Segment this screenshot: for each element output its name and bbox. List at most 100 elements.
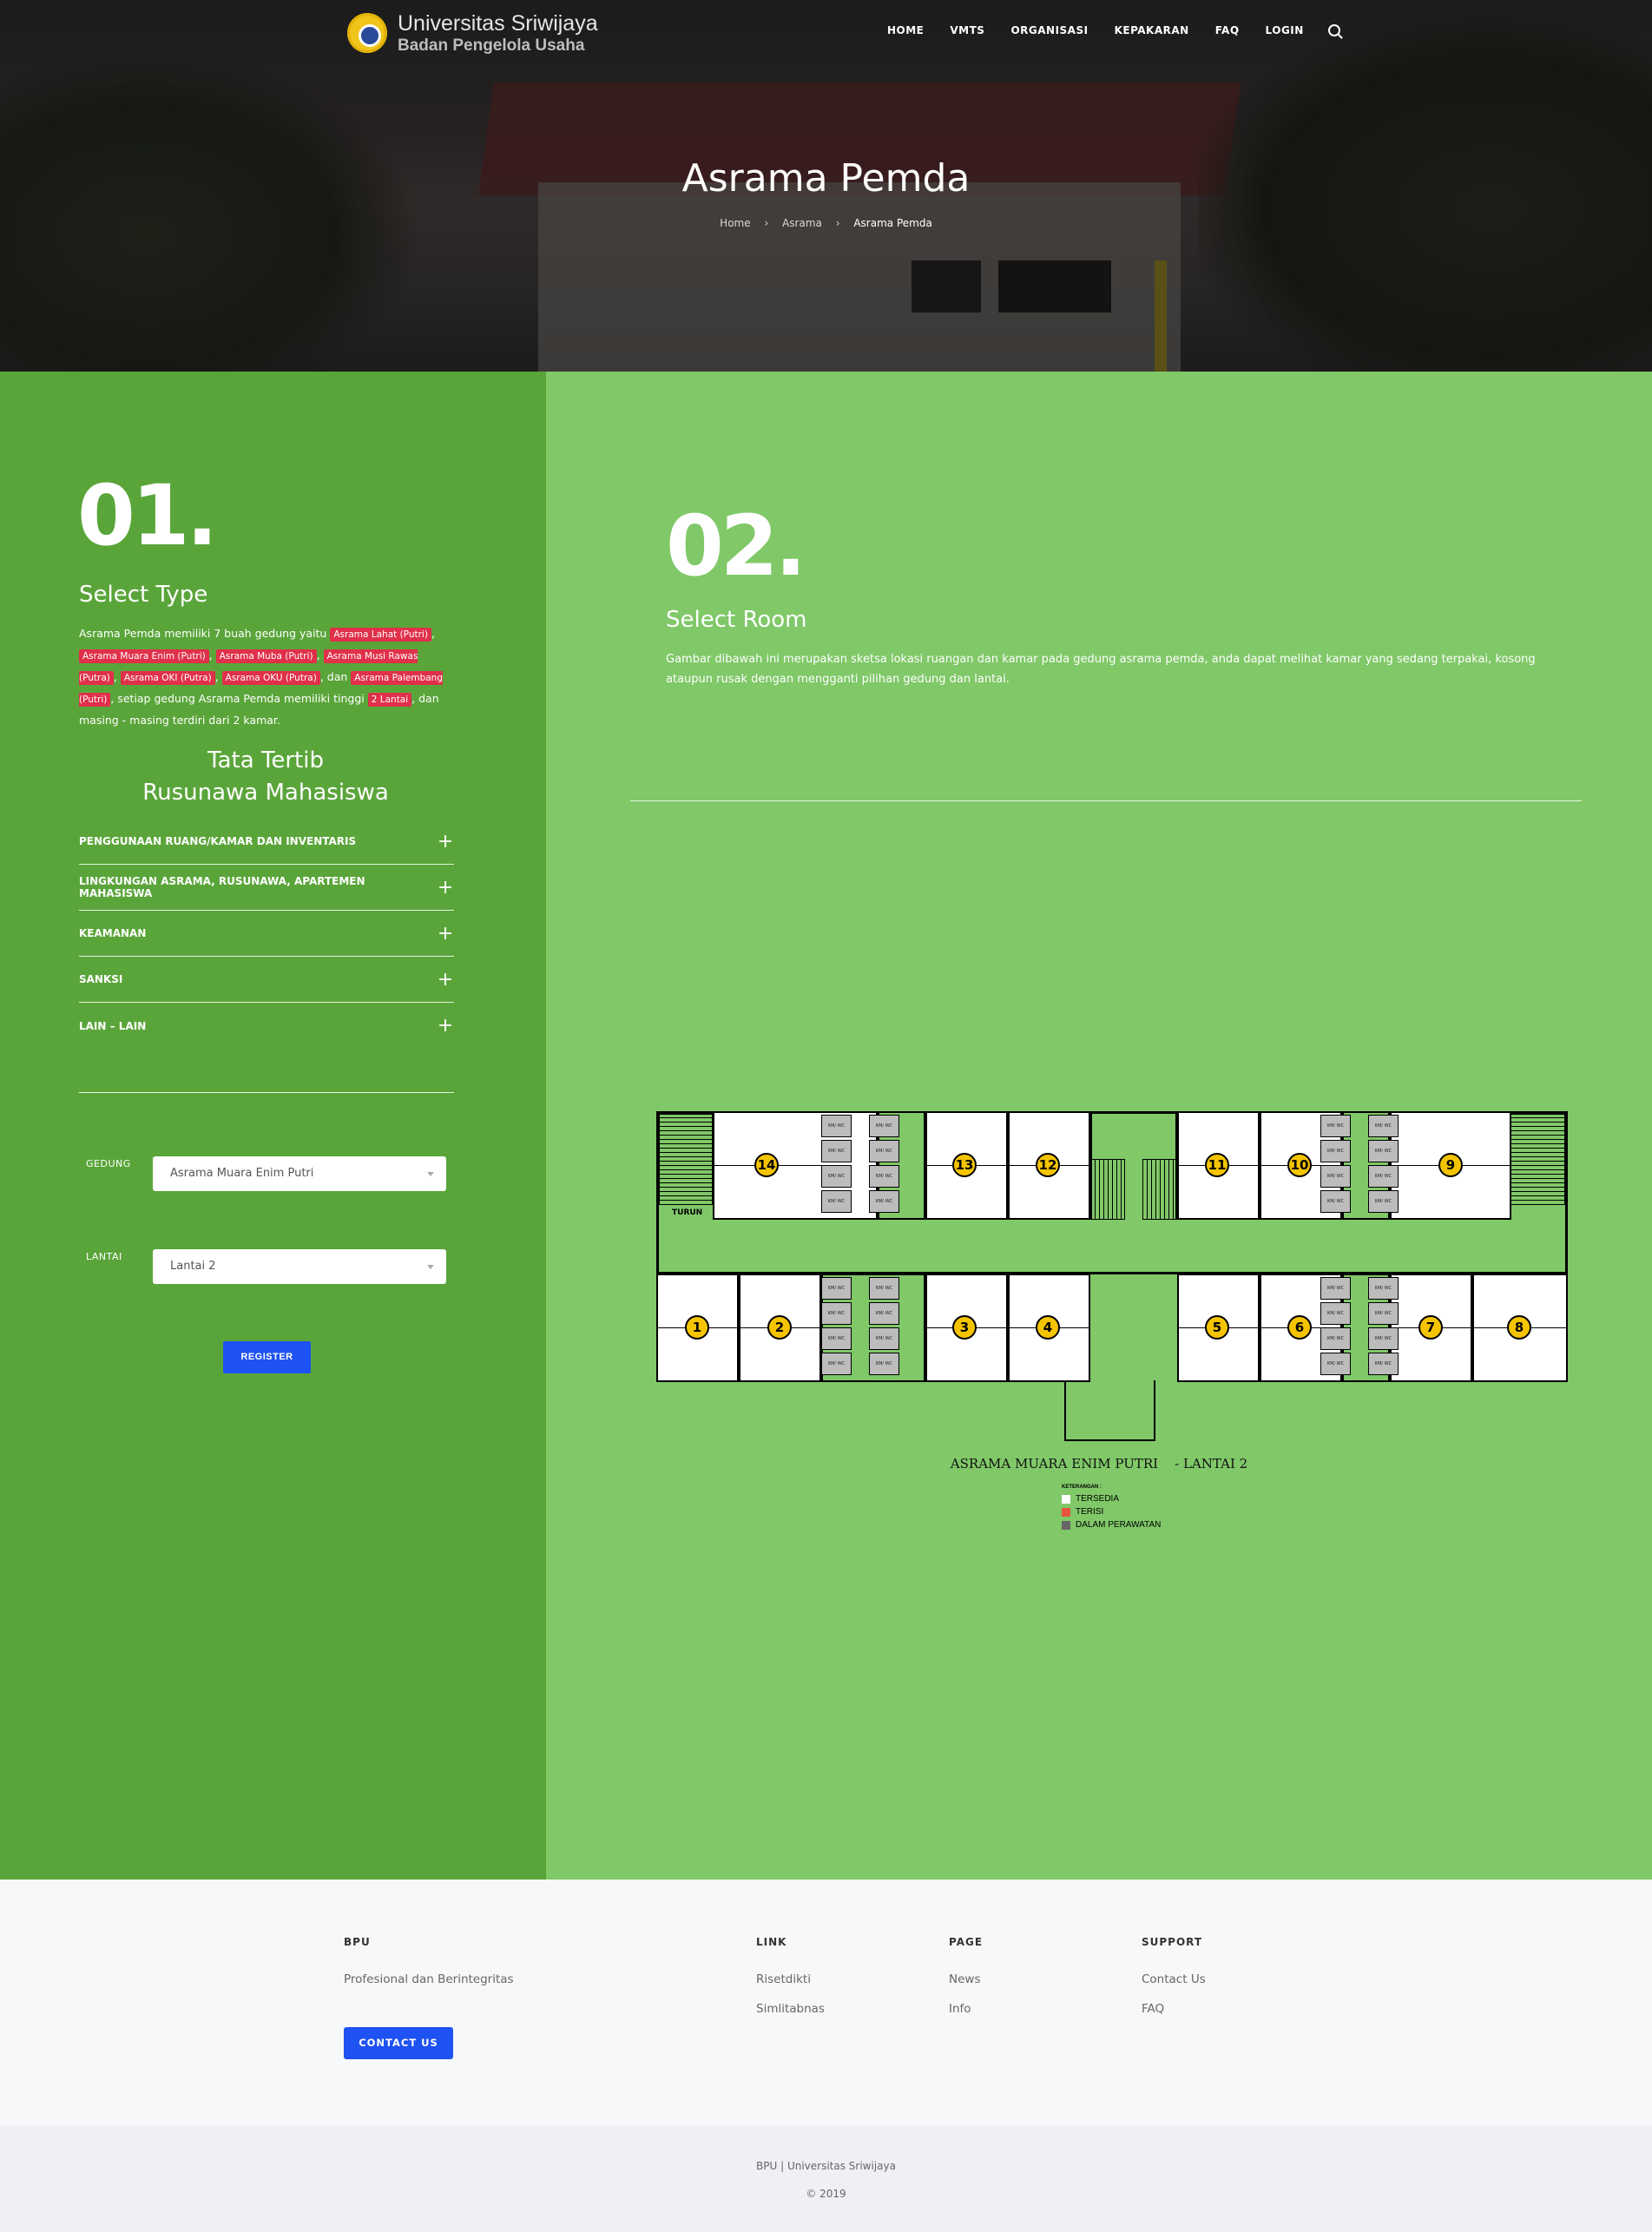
room-number-badge[interactable]: 1: [685, 1315, 709, 1340]
building-tag[interactable]: Asrama Lahat (Putri): [330, 628, 431, 642]
wc-unit: KM/ WC: [1368, 1165, 1399, 1188]
contact-us-button[interactable]: CONTACT US: [344, 2027, 453, 2059]
accordion-item[interactable]: LINGKUNGAN ASRAMA, RUSUNAWA, APARTEMEN M…: [79, 865, 454, 911]
nav-home[interactable]: HOME: [887, 24, 924, 36]
wc-unit: KM/ WC: [869, 1277, 899, 1300]
nav-organisasi[interactable]: ORGANISASI: [1010, 24, 1088, 36]
gedung-select[interactable]: Asrama Muara Enim Putri: [153, 1156, 446, 1191]
type-description: Asrama Pemda memiliki 7 buah gedung yait…: [79, 627, 443, 727]
search-icon[interactable]: [1327, 24, 1340, 36]
wc-unit: KM/ WC: [1320, 1115, 1351, 1137]
wc-unit: KM/ WC: [869, 1302, 899, 1325]
room-number-badge[interactable]: 11: [1205, 1153, 1229, 1177]
wc-unit: KM/ WC: [869, 1140, 899, 1162]
room-number-badge[interactable]: 12: [1036, 1153, 1060, 1177]
university-emblem-icon: [347, 13, 387, 53]
wc-unit: KM/ WC: [1368, 1190, 1399, 1213]
accordion-item[interactable]: SANKSI +: [79, 957, 454, 1003]
plus-icon: +: [437, 876, 454, 899]
plus-icon: +: [437, 1015, 454, 1037]
site-logo[interactable]: Universitas Sriwijaya Badan Pengelola Us…: [347, 10, 598, 56]
footer-link[interactable]: FAQ: [1142, 2002, 1206, 2016]
breadcrumb-current: Asrama Pemda: [853, 217, 932, 229]
plus-icon: +: [437, 968, 454, 991]
wc-unit: KM/ WC: [821, 1190, 852, 1213]
wc-unit: KM/ WC: [821, 1115, 852, 1137]
swatch-perawatan: [1062, 1520, 1070, 1530]
footer-link[interactable]: News: [949, 1972, 983, 1986]
breadcrumb-home[interactable]: Home: [720, 217, 750, 229]
wc-unit: KM/ WC: [821, 1353, 852, 1375]
breadcrumb-asrama[interactable]: Asrama: [782, 217, 822, 229]
wc-unit: KM/ WC: [1368, 1277, 1399, 1300]
wc-unit: KM/ WC: [869, 1353, 899, 1375]
room-description: Gambar dibawah ini merupakan sketsa loka…: [666, 653, 1536, 686]
wc-unit: KM/ WC: [1320, 1165, 1351, 1188]
room-number-badge[interactable]: 5: [1205, 1315, 1229, 1340]
plan-caption: ASRAMA MUARA ENIM PUTRI - LANTAI 2: [950, 1456, 1248, 1472]
step-number: 02.: [666, 497, 806, 595]
wc-unit: KM/ WC: [869, 1327, 899, 1350]
accordion-item[interactable]: PENGGUNAAN RUANG/KAMAR DAN INVENTARIS +: [79, 819, 454, 865]
legend-item: DALAM PERAWATAN: [1062, 1518, 1161, 1531]
room-number-badge[interactable]: 14: [754, 1153, 779, 1177]
rules-title: Tata Tertib Rusunawa Mahasiswa: [142, 747, 389, 806]
room-number-badge[interactable]: 4: [1036, 1315, 1060, 1340]
nav-vmts[interactable]: VMTS: [950, 24, 984, 36]
chevron-right-icon: ›: [764, 217, 769, 229]
footer-link[interactable]: Contact Us: [1142, 1972, 1206, 1986]
swatch-tersedia: [1062, 1494, 1070, 1504]
accordion-item[interactable]: LAIN – LAIN +: [79, 1003, 454, 1049]
main-nav: HOME VMTS ORGANISASI KEPAKARAN FAQ LOGIN: [887, 24, 1340, 36]
wc-unit: KM/ WC: [869, 1190, 899, 1213]
register-button[interactable]: REGISTER: [223, 1341, 311, 1373]
wc-unit: KM/ WC: [1320, 1353, 1351, 1375]
room-number-badge[interactable]: 7: [1418, 1315, 1443, 1340]
building-tag[interactable]: Asrama Muara Enim (Putri): [79, 649, 209, 663]
wc-unit: KM/ WC: [1368, 1353, 1399, 1375]
lantai-select[interactable]: Lantai 2: [153, 1249, 446, 1284]
staircase: [659, 1114, 713, 1205]
staircase: [1510, 1114, 1565, 1205]
brand-name: Universitas Sriwijaya: [398, 10, 598, 36]
building-tag[interactable]: Asrama OKU (Putra): [221, 671, 320, 685]
room-number-badge[interactable]: 13: [952, 1153, 977, 1177]
nav-login[interactable]: LOGIN: [1266, 24, 1304, 36]
footer-support: SUPPORT Contact Us FAQ: [1142, 1936, 1206, 2016]
accordion-item[interactable]: KEAMANAN +: [79, 911, 454, 957]
room-number-badge[interactable]: 9: [1438, 1153, 1463, 1177]
room-number-badge[interactable]: 6: [1287, 1315, 1312, 1340]
footer-links: LINK Risetdikti Simlitabnas: [756, 1936, 825, 2016]
wc-unit: KM/ WC: [1368, 1115, 1399, 1137]
plus-icon: +: [437, 830, 454, 853]
wc-unit: KM/ WC: [869, 1115, 899, 1137]
breadcrumb: Home › Asrama › Asrama Pemda: [0, 217, 1652, 229]
room-number-badge[interactable]: 10: [1287, 1153, 1312, 1177]
page-title: Asrama Pemda: [681, 156, 971, 201]
room-number-badge[interactable]: 2: [767, 1315, 792, 1340]
room-number-badge[interactable]: 8: [1507, 1315, 1531, 1340]
floors-tag: 2 Lantai: [367, 693, 412, 707]
chevron-down-icon: [427, 1265, 434, 1269]
building-tag[interactable]: Asrama Muba (Putri): [215, 649, 317, 663]
wc-unit: KM/ WC: [821, 1327, 852, 1350]
select-type-panel: 01. Select Type Asrama Pemda memiliki 7 …: [0, 372, 546, 1880]
swatch-terisi: [1062, 1507, 1070, 1517]
select-room-panel: 02. Select Room Gambar dibawah ini merup…: [546, 372, 1652, 1880]
chevron-down-icon: [427, 1172, 434, 1176]
wc-unit: KM/ WC: [1320, 1277, 1351, 1300]
staircase: [1090, 1159, 1125, 1220]
wc-unit: KM/ WC: [821, 1140, 852, 1162]
footer-link[interactable]: Info: [949, 2002, 983, 2016]
footer-link[interactable]: Risetdikti: [756, 1972, 825, 1986]
footer-link[interactable]: Simlitabnas: [756, 2002, 825, 2016]
floor-plan: TURUN KM/ WC KM/ WC KM/ WC KM/ WC KM/ WC…: [656, 1111, 1568, 1441]
hero-header: Universitas Sriwijaya Badan Pengelola Us…: [0, 0, 1652, 372]
nav-kepakaran[interactable]: KEPAKARAN: [1115, 24, 1189, 36]
building-tag[interactable]: Asrama OKI (Putra): [120, 671, 215, 685]
wc-unit: KM/ WC: [1368, 1140, 1399, 1162]
step-number: 01.: [77, 467, 218, 564]
section-title: Select Type: [79, 582, 208, 608]
nav-faq[interactable]: FAQ: [1215, 24, 1240, 36]
room-number-badge[interactable]: 3: [952, 1315, 977, 1340]
